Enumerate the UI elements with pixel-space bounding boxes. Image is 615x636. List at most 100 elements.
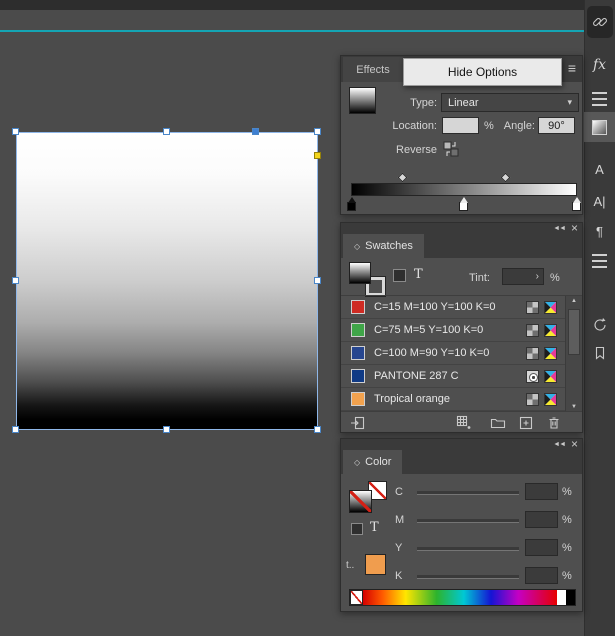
- cmyk-mode-icon: [544, 347, 557, 360]
- swatch-row[interactable]: PANTONE 287 C: [341, 365, 565, 388]
- indent-lines-icon: [592, 254, 607, 268]
- diamond-icon: ◇: [354, 241, 361, 251]
- last-used-color-swatch[interactable]: [365, 554, 386, 575]
- gradient-stop-black[interactable]: [347, 197, 356, 211]
- spectrum-black[interactable]: [566, 590, 575, 605]
- character-styles-icon: A|: [593, 193, 606, 209]
- selection-handle-bottom-middle[interactable]: [163, 426, 170, 433]
- swatch-views-button[interactable]: [456, 415, 472, 431]
- collapse-panel-icon[interactable]: ◄◄: [553, 441, 566, 448]
- bookmarks-panel-button[interactable]: [584, 340, 615, 366]
- gradient-panel-button[interactable]: [584, 112, 615, 142]
- share-panel-button[interactable]: [584, 312, 615, 338]
- spectrum-white[interactable]: [557, 590, 566, 605]
- effects-panel-button[interactable]: fx: [584, 52, 615, 78]
- channel-slider-c[interactable]: [417, 491, 519, 494]
- glyphs-panel-button[interactable]: [584, 248, 615, 274]
- angle-field[interactable]: 90°: [538, 117, 575, 134]
- new-group-folder-button[interactable]: [490, 415, 506, 431]
- channel-field-c[interactable]: [525, 483, 558, 500]
- selection-handle-top-right[interactable]: [314, 128, 321, 135]
- scrollbar-thumb[interactable]: [568, 309, 580, 355]
- close-panel-icon[interactable]: ×: [571, 437, 578, 451]
- location-field[interactable]: [442, 117, 479, 134]
- swatches-panel-top-strip: ◄◄ ×: [341, 221, 582, 235]
- new-swatch-button[interactable]: [518, 415, 534, 431]
- selection-handle-bottom-right[interactable]: [314, 426, 321, 433]
- gradient-stop-middle[interactable]: [459, 197, 468, 211]
- none-swatch[interactable]: [350, 590, 363, 605]
- reverse-button[interactable]: [441, 139, 461, 159]
- color-tab-row: ◇ Color: [341, 450, 582, 474]
- channel-slider-k[interactable]: [417, 575, 519, 578]
- process-color-icon: [526, 347, 539, 360]
- gradient-midpoint-marker[interactable]: [500, 172, 511, 183]
- selection-handle-top-blue[interactable]: [252, 128, 259, 135]
- panel-menu-icon[interactable]: ≡: [568, 60, 576, 76]
- formatting-affects-text-button[interactable]: T: [370, 520, 379, 535]
- delete-swatch-button[interactable]: [546, 415, 562, 431]
- color-panel-top-strip: ◄◄ ×: [341, 437, 582, 451]
- cmyk-mode-icon: [544, 393, 557, 406]
- swatches-bottom-bar: [341, 411, 582, 432]
- fill-proxy[interactable]: [349, 262, 371, 284]
- channel-slider-y[interactable]: [417, 547, 519, 550]
- load-swatches-button[interactable]: [350, 415, 366, 431]
- gradient-midpoint-marker[interactable]: [397, 172, 408, 183]
- tab-color[interactable]: ◇ Color: [343, 450, 403, 474]
- hide-options-menu-item[interactable]: Hide Options: [403, 58, 562, 86]
- tint-field[interactable]: ›: [502, 268, 544, 285]
- link-button[interactable]: [587, 6, 613, 38]
- selection-handle-middle-right[interactable]: [314, 277, 321, 284]
- angle-label: Angle:: [503, 120, 535, 132]
- channel-unit: %: [562, 486, 572, 498]
- type-label: Type:: [410, 97, 437, 109]
- gradient-stop-white[interactable]: [572, 197, 581, 211]
- tab-swatches[interactable]: ◇ Swatches: [343, 234, 424, 258]
- selection-handle-middle-left[interactable]: [12, 277, 19, 284]
- indesign-workspace: fx A A| ¶ Effects ≡ Type: Linear ▾ Locat…: [0, 0, 615, 636]
- selection-handle-top-middle[interactable]: [163, 128, 170, 135]
- swatch-row[interactable]: C=75 M=5 Y=100 K=0: [341, 319, 565, 342]
- gradient-ramp[interactable]: [351, 183, 577, 196]
- collapse-panel-icon[interactable]: ◄◄: [553, 225, 566, 232]
- swatch-row[interactable]: C=15 M=100 Y=100 K=0: [341, 296, 565, 319]
- gradient-rectangle-object[interactable]: [16, 132, 318, 430]
- scroll-up-arrow[interactable]: ▲: [566, 298, 582, 304]
- scroll-down-arrow[interactable]: ▼: [566, 404, 582, 410]
- selection-handle-bottom-left[interactable]: [12, 426, 19, 433]
- channel-field-m[interactable]: [525, 511, 558, 528]
- swatch-color-chip: [351, 300, 365, 314]
- formatting-affects-container-button[interactable]: [393, 269, 406, 282]
- lines-icon: [592, 92, 607, 106]
- channel-field-y[interactable]: [525, 539, 558, 556]
- close-panel-icon[interactable]: ×: [571, 221, 578, 235]
- fill-stroke-proxy[interactable]: [349, 262, 386, 297]
- tab-effects-label: Effects: [356, 63, 390, 76]
- spectrum-rainbow[interactable]: [363, 590, 557, 605]
- swatches-scrollbar[interactable]: ▲ ▼: [565, 296, 582, 412]
- process-color-icon: [526, 324, 539, 337]
- channel-slider-m[interactable]: [417, 519, 519, 522]
- paragraph-styles-panel-button[interactable]: [584, 86, 615, 112]
- paragraph-panel-button[interactable]: ¶: [584, 218, 615, 244]
- location-label: Location:: [392, 120, 437, 132]
- formatting-affects-text-button[interactable]: T: [414, 267, 423, 282]
- selection-handle-top-left[interactable]: [12, 128, 19, 135]
- gradient-type-dropdown[interactable]: Linear ▾: [441, 93, 579, 112]
- swatch-name: C=100 M=90 Y=10 K=0: [374, 347, 490, 359]
- channel-field-k[interactable]: [525, 567, 558, 584]
- swatch-row[interactable]: Tropical orange: [341, 388, 565, 411]
- color-spectrum-bar[interactable]: [349, 589, 576, 606]
- channel-label-y: Y: [395, 542, 403, 554]
- formatting-affects-container-button[interactable]: [351, 523, 363, 535]
- character-styles-panel-button[interactable]: A|: [584, 188, 615, 214]
- tab-effects[interactable]: Effects: [343, 57, 403, 82]
- fill-stroke-proxy[interactable]: [349, 479, 387, 517]
- fill-proxy-gradient[interactable]: [349, 490, 372, 513]
- corner-options-widget[interactable]: [314, 152, 321, 159]
- swatch-row[interactable]: C=100 M=90 Y=10 K=0: [341, 342, 565, 365]
- channel-label-m: M: [395, 514, 405, 526]
- gradient-preview-thumbnail[interactable]: [349, 87, 376, 114]
- character-panel-button[interactable]: A: [584, 156, 615, 182]
